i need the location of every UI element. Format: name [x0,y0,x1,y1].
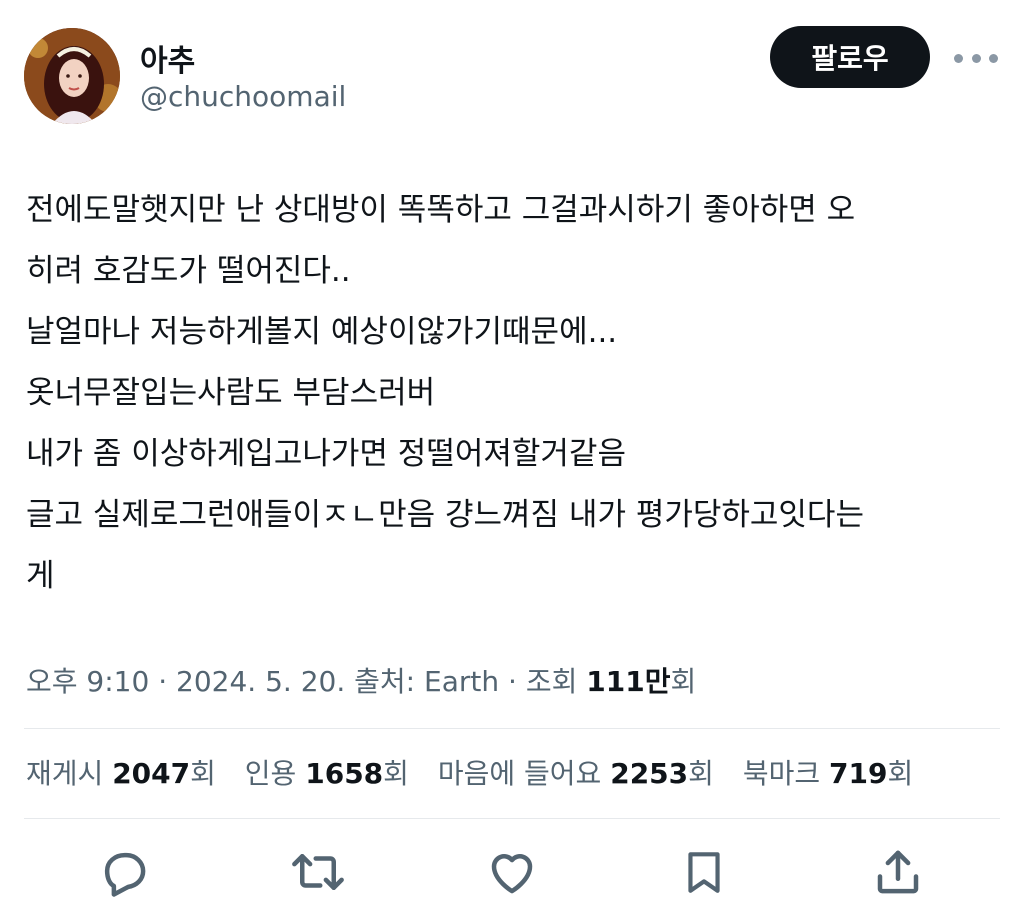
tweet-line: 히려 호감도가 떨어진다.. [26,253,351,289]
bookmarks-stat[interactable]: 북마크 719회 [743,757,913,790]
retweets-label: 재게시 [26,757,104,790]
likes-count: 2253 [610,757,689,790]
tweet-line: 내가 좀 이상하게입고나가면 정떨어져할거같음 [26,436,626,472]
tweet-meta: 오후 9:10 · 2024. 5. 20. 출처: Earth · 조회 11… [26,660,696,700]
separator: · [508,665,517,698]
reply-button[interactable] [94,842,154,902]
retweets-stat[interactable]: 재게시 2047회 [26,757,216,790]
retweet-button[interactable] [288,842,348,902]
heart-icon [491,854,533,894]
tweet-stats: 재게시 2047회 인용 1658회 마음에 들어요 2253회 북마크 719… [26,752,933,792]
quotes-stat[interactable]: 인용 1658회 [245,757,409,790]
views-suffix: 회 [670,665,697,698]
bookmarks-count: 719 [829,757,888,790]
share-button[interactable] [868,842,928,902]
quotes-label: 인용 [244,757,297,790]
retweet-icon [292,854,344,890]
more-icon[interactable] [954,48,998,68]
user-handle[interactable]: @chuchoomail [140,80,346,113]
display-name[interactable]: 아추 [140,36,195,80]
tweet-line: 옷너무잘입는사람도 부담스러버 [26,375,436,411]
divider [24,728,1000,729]
like-button[interactable] [482,842,542,902]
bookmarks-label: 북마크 [742,757,821,790]
bookmark-icon [688,852,720,893]
action-bar [0,842,1024,906]
quotes-count: 1658 [305,757,384,790]
more-icon-dot [954,53,963,63]
follow-button[interactable]: 팔로우 [770,26,930,88]
views-count: 111만 [586,665,671,698]
tweet-line: 게 [26,558,55,594]
unit: 회 [887,757,914,790]
tweet-line: 전에도말햇지만 난 상대방이 똑똑하고 그걸과시하기 좋아하면 오 [26,192,856,228]
tweet-text: 전에도말햇지만 난 상대방이 똑똑하고 그걸과시하기 좋아하면 오 히려 호감도… [26,180,1001,607]
reply-icon [104,852,146,897]
unit: 회 [688,757,714,790]
tweet-line: 글고 실제로그런애들이ㅈㄴ만음 걍느껴짐 내가 평가당하고잇다는 [26,497,864,533]
tweet-time[interactable]: 오후 9:10 [26,665,149,698]
avatar[interactable] [24,28,120,124]
unit: 회 [383,757,409,790]
more-icon-dot [989,53,998,63]
source-label: 출처: [354,665,416,698]
retweets-count: 2047 [112,757,191,790]
unit: 회 [190,757,216,790]
divider [24,818,1000,819]
likes-stat[interactable]: 마음에 들어요 2253회 [438,757,714,790]
tweet-line: 날얼마나 저능하게볼지 예상이않가기때문에... [26,314,618,350]
separator: · [158,665,168,698]
more-icon-dot [971,53,981,63]
likes-label: 마음에 들어요 [437,757,602,790]
tweet-source: Earth [424,665,500,698]
share-icon [877,850,919,894]
bookmark-button[interactable] [674,842,734,902]
views-label: 조회 [525,665,578,698]
tweet-date[interactable]: 2024. 5. 20. [176,665,345,698]
